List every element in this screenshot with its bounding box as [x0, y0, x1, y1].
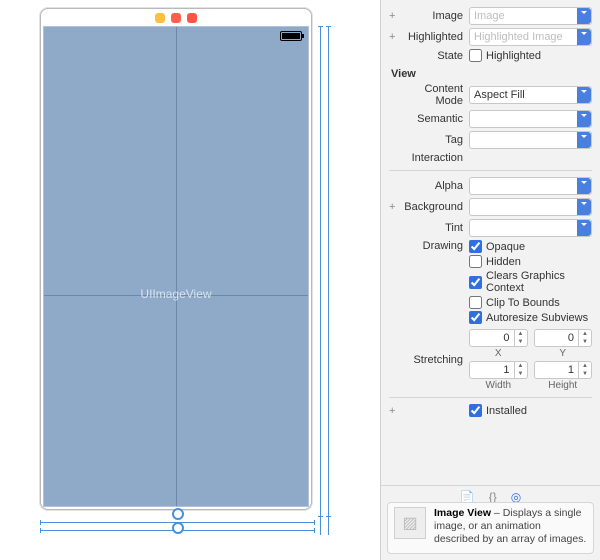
drawing-checkbox[interactable]: Opaque	[469, 240, 592, 253]
ruler-vertical	[320, 26, 321, 535]
stretch-height-field[interactable]: 1▲▼	[534, 361, 593, 379]
drawing-checkbox[interactable]: Hidden	[469, 255, 592, 268]
semantic-combo[interactable]	[469, 110, 592, 128]
chevron-down-icon[interactable]	[577, 8, 591, 24]
field-label: Stretching	[403, 354, 463, 366]
image-combo[interactable]: Image	[469, 7, 592, 25]
field-label: Tint	[403, 222, 463, 234]
field-label: Background	[403, 201, 463, 213]
toolbar-dot-icon	[155, 13, 165, 23]
field-label: Tag	[403, 134, 463, 146]
stretch-width-field[interactable]: 1▲▼	[469, 361, 528, 379]
add-icon[interactable]: +	[389, 10, 397, 22]
field-label: Alpha	[403, 180, 463, 192]
drawing-checkbox[interactable]: Autoresize Subviews	[469, 311, 592, 324]
attributes-inspector: + Image Image + Highlighted Highlighted …	[380, 0, 600, 560]
section-header: View	[391, 68, 592, 80]
state-highlighted-checkbox[interactable]: Highlighted	[469, 49, 541, 62]
uiimageview[interactable]: UIImageView	[44, 27, 308, 506]
background-combo[interactable]	[469, 198, 592, 216]
canvas[interactable]: UIImageView	[0, 0, 380, 560]
tint-combo[interactable]	[469, 219, 592, 237]
field-label: State	[403, 50, 463, 62]
quick-help-box: ▨ Image View – Displays a single image, …	[387, 502, 594, 554]
quick-help-text: Image View – Displays a single image, or…	[434, 507, 587, 549]
battery-icon	[280, 31, 302, 41]
installed-checkbox[interactable]: Installed	[469, 404, 527, 417]
field-label: Semantic	[403, 113, 463, 125]
image-view-icon: ▨	[394, 507, 426, 539]
highlighted-combo[interactable]: Highlighted Image	[469, 28, 592, 46]
add-icon[interactable]: +	[389, 405, 397, 417]
tag-field[interactable]	[469, 131, 592, 149]
constraint-handle[interactable]	[172, 522, 184, 534]
field-label: Interaction	[403, 152, 463, 164]
add-icon[interactable]: +	[389, 31, 397, 43]
toolbar-dot-icon	[187, 13, 197, 23]
field-label: Content Mode	[403, 83, 463, 107]
stretch-y-field[interactable]: 0▲▼	[534, 329, 593, 347]
chevron-down-icon[interactable]	[577, 29, 591, 45]
stepper[interactable]: ▲▼	[578, 330, 591, 346]
alpha-field[interactable]	[469, 177, 592, 195]
stepper[interactable]: ▲▼	[514, 330, 527, 346]
add-icon[interactable]: +	[389, 201, 397, 213]
chevron-down-icon[interactable]	[577, 87, 591, 103]
device-frame: UIImageView	[40, 8, 312, 510]
stepper[interactable]: ▲▼	[578, 362, 591, 378]
drawing-checkbox[interactable]: Clears Graphics Context	[469, 270, 592, 294]
field-label: Highlighted	[403, 31, 463, 43]
constraint-handle[interactable]	[172, 508, 184, 520]
field-label: Drawing	[403, 240, 463, 252]
element-label: UIImageView	[44, 287, 308, 301]
content-mode-combo[interactable]: Aspect Fill	[469, 86, 592, 104]
stretch-x-field[interactable]: 0▲▼	[469, 329, 528, 347]
ruler-vertical	[328, 26, 329, 535]
field-label: Image	[403, 10, 463, 22]
stepper[interactable]: ▲▼	[514, 362, 527, 378]
device-toolbar	[41, 9, 311, 27]
guide-vertical	[176, 27, 177, 506]
drawing-checkbox[interactable]: Clip To Bounds	[469, 296, 592, 309]
toolbar-dot-icon	[171, 13, 181, 23]
